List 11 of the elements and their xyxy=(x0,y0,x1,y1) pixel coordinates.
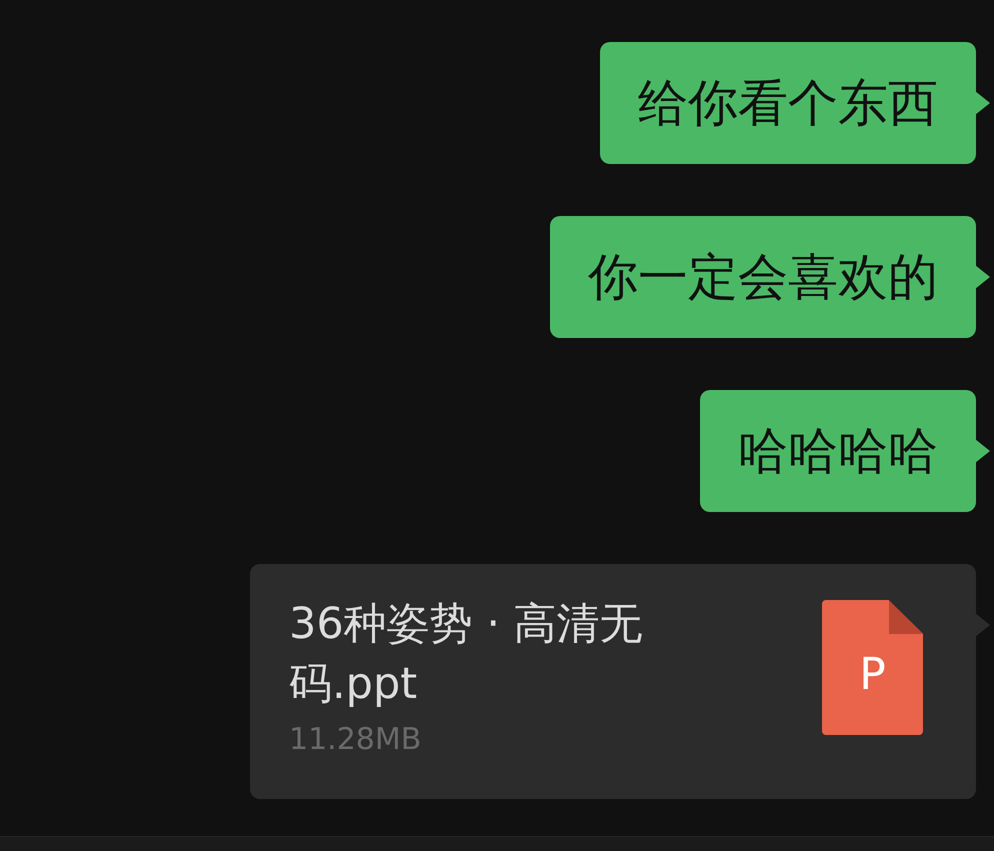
bubble-tail xyxy=(975,265,990,289)
message-bubble: 你一定会喜欢的 xyxy=(550,216,976,338)
file-size: 11.28MB xyxy=(289,722,422,757)
presentation-file-icon: P xyxy=(822,600,923,735)
bubble-tail xyxy=(975,91,990,115)
file-card[interactable]: 36种姿势 · 高清无码.ppt 11.28MB P xyxy=(250,564,976,799)
bubble-tail xyxy=(975,439,990,463)
bubble-tail xyxy=(975,613,990,637)
message-bubble: 哈哈哈哈 xyxy=(700,390,976,512)
message-bubble: 给你看个东西 xyxy=(600,42,976,164)
file-name: 36种姿势 · 高清无码.ppt xyxy=(289,598,644,711)
